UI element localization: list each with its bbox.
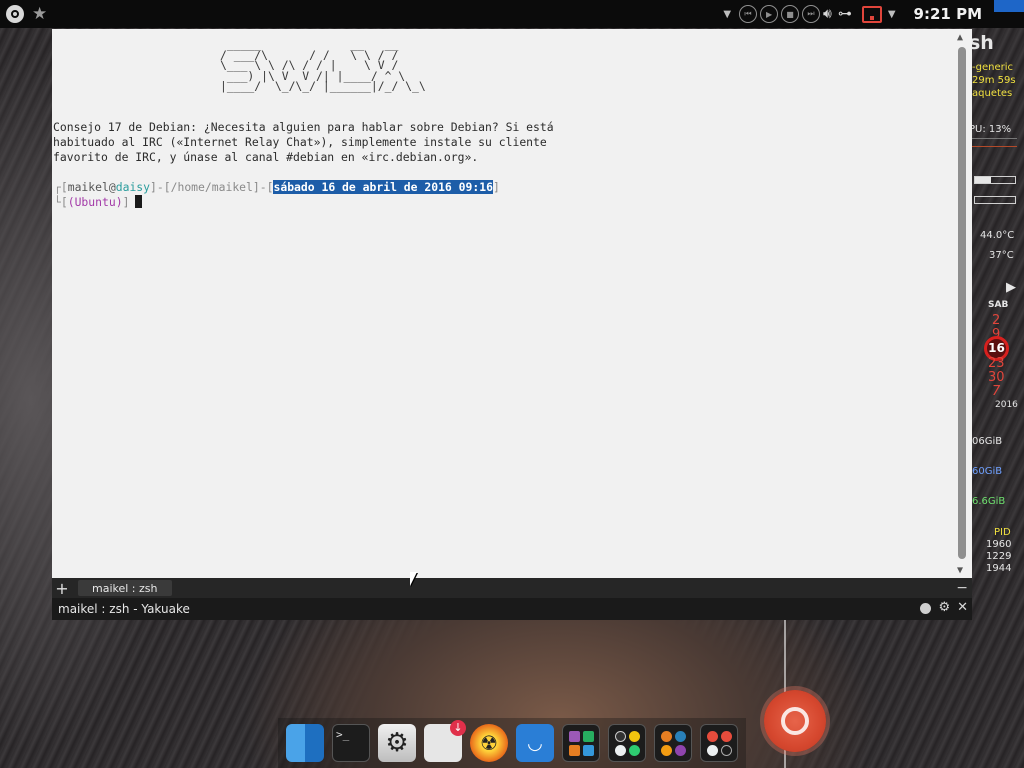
calendar-year: 2016 [995, 400, 1018, 410]
window-title: maikel : zsh - Yakuake [58, 602, 190, 616]
terminal-view[interactable]: _____ __ __ / ___/\ / / \ \ / / \___ \ \… [52, 29, 972, 578]
prompt-line-1: ┌[maikel@daisy]-[/home/maikel]-[sábado 1… [54, 180, 500, 195]
notification-icon[interactable] [861, 5, 882, 23]
conky-cpu: PU: 13% [969, 124, 1012, 135]
vertical-scrollbar[interactable]: ▲ ▼ [955, 33, 969, 578]
conky-title: sh [969, 32, 994, 54]
conky-kernel: -generic [972, 62, 1013, 73]
prompt-bracket: ┌[ [54, 180, 68, 194]
conky-disk1: 06GiB [972, 436, 1003, 447]
star-icon[interactable]: ★ [32, 5, 47, 23]
scrollbar-thumb[interactable] [958, 47, 966, 559]
browsers-grid-icon[interactable] [654, 724, 692, 762]
downloader-icon[interactable] [424, 720, 466, 762]
yakuake-window: _____ __ __ / ___/\ / / \ \ / / \___ \ \… [52, 29, 972, 620]
conky-packages: aquetes [972, 88, 1013, 99]
prompt-line-2: └[(Ubuntu)] [54, 195, 143, 210]
conky-pid-header: PID [994, 527, 1011, 538]
tab-bar: + maikel : zsh − [52, 578, 972, 598]
nuclear-icon[interactable]: ☢ [470, 724, 508, 762]
clock[interactable]: 9:21 PM [914, 5, 982, 23]
chevron-down-icon[interactable]: ▼ [888, 9, 896, 20]
corner-square [994, 0, 1024, 12]
conky-disk2: 60GiB [972, 466, 1003, 477]
stop-icon[interactable]: ■ [781, 5, 800, 23]
ram-bar [974, 176, 1016, 184]
conky-pid: 1960 [986, 539, 1012, 550]
prompt-bracket: ] [492, 180, 500, 194]
close-tab-button[interactable]: − [956, 580, 968, 596]
apps-grid-icon[interactable] [562, 724, 600, 762]
terminal-icon[interactable]: >_ [332, 724, 370, 762]
prompt-bracket: └[ [54, 195, 68, 209]
panel-left: ★ [0, 5, 47, 23]
titlebar-buttons: ⚙ ✕ [920, 601, 968, 615]
calendar-day: 2 [992, 313, 1001, 328]
keep-open-button[interactable] [920, 602, 932, 614]
yakuake-titlebar: maikel : zsh - Yakuake ⚙ ✕ [52, 598, 972, 620]
add-tab-button[interactable]: + [52, 579, 72, 598]
conky-temp1: 44.0°C [980, 230, 1015, 241]
top-panel: ★ ▼ ⏮ ▶ ■ ⏭ 🔊︎ ⊶ ▼ 9:21 PM [0, 0, 1024, 28]
conky-disk3: 6.6GiB [972, 496, 1006, 507]
calendar-day: 7 [992, 384, 1001, 399]
prompt-host: daisy [115, 180, 151, 194]
calendar-weekday: SAB [988, 300, 1009, 310]
cpu-graph [969, 138, 1017, 152]
finder-icon[interactable] [286, 724, 324, 762]
ascii-banner: _____ __ __ / ___/\ / / \ \ / / \___ \ \… [220, 37, 426, 93]
prompt-distro: (Ubuntu) [67, 195, 123, 209]
next-icon[interactable]: ⏭ [802, 5, 821, 23]
tools-grid-icon[interactable] [700, 724, 738, 762]
menu-icon[interactable] [6, 5, 24, 23]
calendar-day: 23 [988, 356, 1005, 371]
close-button[interactable]: ✕ [957, 601, 968, 615]
panel-right: ▼ ⏮ ▶ ■ ⏭ 🔊︎ ⊶ ▼ 9:21 PM [723, 0, 1024, 28]
conky-temp2: 37°C [989, 250, 1014, 261]
scroll-down-icon[interactable]: ▼ [957, 566, 963, 576]
deepin-icon[interactable]: ◡ [516, 724, 554, 762]
dock: >_ ⚙ ☢ ◡ [278, 718, 746, 768]
prompt-user: maikel [67, 180, 109, 194]
debian-tip: Consejo 17 de Debian: ¿Necesita alguien … [53, 120, 561, 164]
play-icon[interactable]: ▶ [760, 5, 779, 23]
mouse-pointer-icon [410, 572, 417, 586]
calendar-day: 30 [988, 370, 1005, 385]
conky-uptime: 29m 59s [972, 75, 1016, 86]
prompt-separator: ]-[ [150, 180, 171, 194]
conky-pid: 1229 [986, 551, 1012, 562]
ubuntu-logo-icon[interactable] [764, 690, 826, 752]
conky-pid: 1944 [986, 563, 1012, 574]
prompt-separator: ]-[ [252, 180, 274, 194]
media-grid-icon[interactable] [608, 724, 646, 762]
gear-icon[interactable]: ⚙ [938, 601, 950, 615]
prompt-datetime-selection[interactable]: sábado 16 de abril de 2016 09:16 [273, 180, 493, 194]
prompt-bracket: ] [122, 195, 130, 209]
prompt-at: @ [108, 180, 116, 194]
network-icon[interactable]: ⊶ [838, 6, 852, 22]
settings-icon[interactable]: ⚙ [378, 724, 416, 762]
prompt-path: /home/maikel [170, 180, 253, 194]
chevron-down-icon[interactable]: ▼ [723, 9, 731, 20]
tab-session[interactable]: maikel : zsh [78, 580, 172, 596]
conky-widget: sh -generic 29m 59s aquetes PU: 13% 44.0… [966, 28, 1024, 588]
chevron-right-icon[interactable]: ▶ [1006, 280, 1016, 295]
previous-icon[interactable]: ⏮ [739, 5, 758, 23]
volume-icon[interactable]: 🔊︎ [823, 6, 832, 22]
scroll-up-icon[interactable]: ▲ [957, 33, 963, 43]
text-cursor [135, 195, 143, 208]
swap-bar [974, 196, 1016, 204]
